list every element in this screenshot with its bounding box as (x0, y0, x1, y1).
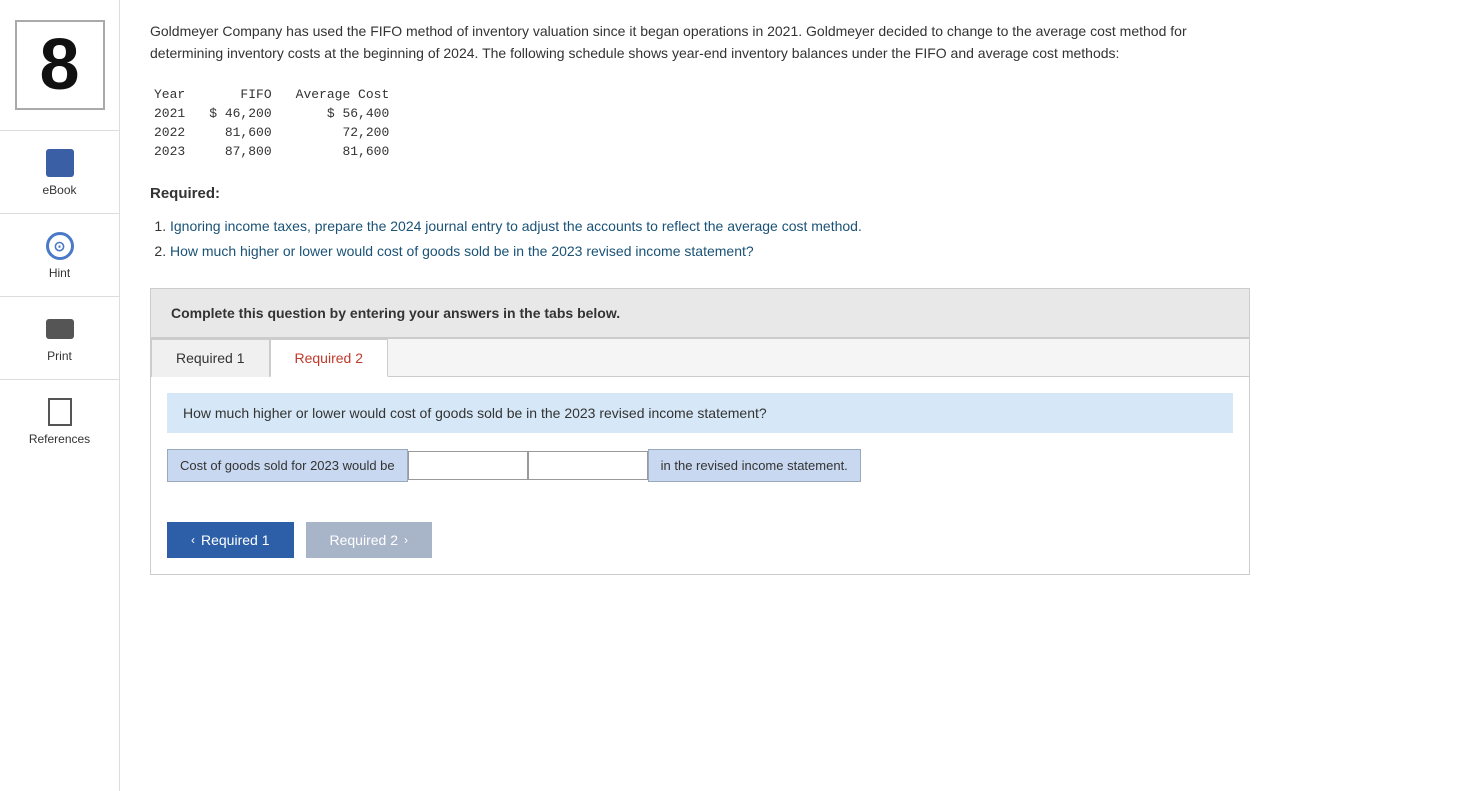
year-2023: 2023 (150, 142, 205, 161)
main-content: Goldmeyer Company has used the FIFO meth… (120, 0, 1480, 791)
complete-question-text: Complete this question by entering your … (171, 305, 1229, 321)
table-row: 2022 81,600 72,200 (150, 123, 409, 142)
nav-required1-button[interactable]: ‹ Required 1 (167, 522, 294, 558)
avg-2021: $ 56,400 (292, 104, 410, 123)
sidebar-item-print[interactable]: Print (0, 296, 119, 379)
col-year: Year (150, 85, 205, 104)
sidebar-item-ebook[interactable]: eBook (0, 130, 119, 213)
fifo-2023: 87,800 (205, 142, 291, 161)
col-fifo: FIFO (205, 85, 291, 104)
problem-text: Goldmeyer Company has used the FIFO meth… (150, 20, 1250, 65)
nav-required1-label: Required 1 (201, 532, 270, 548)
tabs-header: Required 1 Required 2 (151, 339, 1249, 377)
print-icon (44, 313, 76, 345)
nav-buttons: ‹ Required 1 Required 2 › (151, 522, 1249, 574)
tab-required2-content: How much higher or lower would cost of g… (151, 377, 1249, 514)
tab2-question-text: How much higher or lower would cost of g… (183, 405, 767, 421)
tab-required1[interactable]: Required 1 (151, 339, 270, 377)
tabs-container: Required 1 Required 2 How much higher or… (150, 338, 1250, 575)
fifo-2022: 81,600 (205, 123, 291, 142)
references-icon (44, 396, 76, 428)
col-avgcost: Average Cost (292, 85, 410, 104)
required-heading: Required: (150, 185, 1450, 202)
answer-row: Cost of goods sold for 2023 would be in … (167, 449, 1233, 482)
sidebar-item-ebook-label: eBook (42, 183, 76, 197)
tab-required2[interactable]: Required 2 (270, 339, 389, 377)
required-items-list: Ignoring income taxes, prepare the 2024 … (170, 214, 1450, 264)
table-row: 2021 $ 46,200 $ 56,400 (150, 104, 409, 123)
fifo-2021: $ 46,200 (205, 104, 291, 123)
nav-required2-label: Required 2 (330, 532, 399, 548)
sidebar-item-references[interactable]: References (0, 379, 119, 462)
year-2021: 2021 (150, 104, 205, 123)
avg-2022: 72,200 (292, 123, 410, 142)
sidebar-item-hint[interactable]: ⊙ Hint (0, 213, 119, 296)
chevron-right-icon: › (404, 533, 408, 547)
required-item-2: How much higher or lower would cost of g… (170, 239, 1450, 264)
required-item-1: Ignoring income taxes, prepare the 2024 … (170, 214, 1450, 239)
chevron-left-icon: ‹ (191, 533, 195, 547)
avg-2023: 81,600 (292, 142, 410, 161)
sidebar-item-hint-label: Hint (49, 266, 70, 280)
inventory-table: Year FIFO Average Cost 2021 $ 46,200 $ 5… (150, 85, 409, 161)
year-2022: 2022 (150, 123, 205, 142)
problem-number: 8 (15, 20, 105, 110)
table-row: 2023 87,800 81,600 (150, 142, 409, 161)
answer-amount-input[interactable] (408, 451, 528, 480)
answer-direction-input[interactable] (528, 451, 648, 480)
answer-suffix: in the revised income statement. (648, 449, 861, 482)
complete-question-box: Complete this question by entering your … (150, 288, 1250, 338)
sidebar-item-references-label: References (29, 432, 90, 446)
sidebar-item-print-label: Print (47, 349, 72, 363)
hint-icon: ⊙ (44, 230, 76, 262)
ebook-icon (44, 147, 76, 179)
answer-label: Cost of goods sold for 2023 would be (167, 449, 408, 482)
sidebar: 8 eBook ⊙ Hint Print References (0, 0, 120, 791)
nav-required2-button[interactable]: Required 2 › (306, 522, 433, 558)
tab2-question-bar: How much higher or lower would cost of g… (167, 393, 1233, 433)
